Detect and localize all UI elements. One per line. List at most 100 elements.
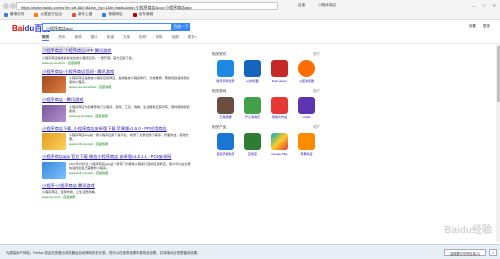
app-item[interactable]: 百度手机助手 (212, 133, 239, 156)
firefox-icon (298, 60, 315, 77)
bookmark-item[interactable]: 新手上路 (71, 12, 92, 17)
notification-bar: 为提高用户体验，Firefox 将会在您退出浏览器后自动清除历史记录。您可以在选… (0, 244, 500, 259)
expand-link[interactable]: 展开 (313, 52, 320, 57)
search-result: 小程序-小程序商店 腾讯游戏 小程序商店，连接你我，让生活更简单。 www.qq… (42, 183, 192, 200)
app-item[interactable]: flash player (266, 60, 293, 83)
app-name: 腾讯手机管家 (216, 78, 235, 83)
bookmark-item[interactable]: 常用网址 (102, 12, 123, 17)
result-url[interactable]: www.pc6.com/az/ - 百度快照 (69, 171, 192, 175)
app-name: 王者荣耀 (219, 115, 232, 119)
result-body: 小程序商店app是一款小程序应用下载平台，收录了大量优质小程序，界面简洁，使用方… (42, 133, 192, 151)
app-item[interactable]: 球球大作战 (266, 96, 293, 119)
app-row: 王者荣耀 开心消消乐 球球大作战 nba2k (212, 96, 320, 119)
app-row: 腾讯手机管家 qq浏览器 flash player 火狐浏览器 (212, 60, 320, 83)
app-item[interactable]: 王者荣耀 (212, 96, 239, 119)
app-name: 火狐浏览器 (298, 78, 314, 83)
group-heading: 相关产品 展开 (212, 125, 320, 130)
app-item[interactable]: qq浏览器 (239, 60, 266, 83)
tab-zhidao[interactable]: 知道 (107, 35, 114, 40)
result-desc-text: 小程序商店提供最新最全的小程序应用，一键开通，官方正版下载。 (42, 55, 135, 60)
result-thumbnail[interactable] (42, 161, 66, 179)
result-desc-text: 小程序商店是微信小程序应用商店，提供各类小程序排行、分类推荐，帮助您快速找到好用… (69, 76, 190, 85)
group-title: 相关游戏 (212, 88, 227, 93)
share-info-button[interactable]: 选择要分享的信息(C) (444, 248, 486, 256)
settings-link[interactable]: 设置 (469, 24, 476, 28)
tab-more[interactable]: 更多» (188, 35, 197, 40)
bookmark-item[interactable]: 京东商城 (132, 12, 154, 17)
result-title[interactable]: 小程序-小程序商店 腾讯游戏 (42, 183, 192, 189)
app-item[interactable]: 开心消消乐 (239, 96, 266, 119)
browser-chrome: https://www.baidu.com/s?ie=utf-8&f=8&rsv… (0, 0, 500, 20)
tab-baidu[interactable]: 百度 (294, 1, 309, 10)
vertical-tabs: 网页 资讯 视频 图片 知道 文库 贴吧 采购 地图 更多» (42, 35, 205, 41)
tab-web[interactable]: 网页 (42, 35, 50, 41)
yingyongbao-icon (244, 133, 261, 150)
bookmark-item[interactable]: 最常访问 (4, 12, 24, 17)
result-desc: 小程序商店为您推荐热门小程序，游戏、工具、购物、生活服务应有尽有，随时随地轻松使… (69, 105, 192, 122)
maximize-icon[interactable]: □ (483, 3, 485, 8)
result-url[interactable]: www.qq.com/xcx - 百度快照 (42, 61, 135, 65)
address-url: https://www.baidu.com/s?ie=utf-8&f=8&rsv… (21, 4, 192, 10)
tab-caigou[interactable]: 采购 (155, 35, 162, 40)
qq-browser-icon (244, 60, 261, 77)
search-result: 小程序商店-小程序商店APP 腾讯游戏 小程序商店提供最新最全的小程序应用，一键… (42, 48, 192, 65)
search-input[interactable]: 小程序商店app (42, 23, 172, 31)
app-item[interactable]: 应用宝 (239, 133, 266, 156)
app-item[interactable]: 苹果商店 (293, 133, 320, 156)
bookmark-icon (102, 12, 107, 17)
result-thumbnail[interactable] (42, 76, 66, 94)
result-desc-text: 小程序商店，连接你我，让生活更简单。 (42, 190, 98, 195)
result-title[interactable]: 小程序商店 - 腾讯游戏 (42, 97, 192, 103)
back-button[interactable] (3, 3, 9, 9)
bookmark-icon (71, 12, 76, 17)
address-bar[interactable]: https://www.baidu.com/s?ie=utf-8&f=8&rsv… (16, 2, 278, 10)
result-body: 小程序商店，连接你我，让生活更简单。 www.qq.com/ - 百度快照 (42, 190, 192, 199)
app-item[interactable]: 火狐浏览器 (293, 60, 320, 83)
bookmark-item[interactable]: 火狐官方站点 (34, 12, 62, 17)
honor-of-kings-icon (217, 96, 234, 114)
result-url[interactable]: www.qq.com/ - 百度快照 (42, 195, 98, 199)
close-icon[interactable]: ✕ (493, 3, 496, 8)
tencent-manager-icon (217, 60, 234, 77)
app-item[interactable]: 腾讯手机管家 (212, 60, 239, 83)
app-name: 苹果商店 (300, 151, 313, 156)
group-heading: 相关软件 展开 (212, 52, 320, 57)
result-url[interactable]: www.qq.com/app - 百度快照 (69, 114, 192, 118)
app-item[interactable]: Google Play (266, 133, 293, 156)
result-desc: 小程序商店app是一款小程序应用下载平台，收录了大量优质小程序，界面简洁，使用方… (69, 133, 192, 150)
result-thumbnail[interactable] (42, 133, 66, 151)
search-result: 小程序商店-小程序商店官网 - 腾讯游戏 小程序商店是微信小程序应用商店，提供各… (42, 69, 192, 94)
notification-text: 为提高用户体验，Firefox 将会在您退出浏览器后自动清除历史记录。您可以在选… (6, 251, 201, 255)
tab-news[interactable]: 资讯 (58, 35, 65, 40)
tab-map[interactable]: 地图 (172, 35, 179, 40)
result-title[interactable]: 小程序商店下载_小程序商店安卓版下载 苹果版v1.5.0 - PP应用商店 (42, 126, 192, 132)
result-url[interactable]: www.pc6.com/az/ - 百度快照 (69, 142, 192, 146)
result-desc-text: 小程序商店为您推荐热门小程序，游戏、工具、购物、生活服务应有尽有，随时随地轻松使… (69, 104, 190, 113)
tab-video[interactable]: 视频 (74, 35, 81, 40)
result-title[interactable]: 小程序商店-小程序商店APP 腾讯游戏 (42, 48, 192, 54)
result-desc: 小程序商店是微信小程序应用商店，提供各类小程序排行、分类推荐，帮助您快速找到好用… (69, 76, 192, 93)
search-button[interactable]: 百度一下 (172, 23, 190, 31)
flash-player-icon (271, 60, 288, 77)
minimize-icon[interactable]: — (472, 3, 476, 8)
close-notification-button[interactable]: × (489, 248, 497, 256)
expand-link[interactable]: 展开 (313, 125, 320, 130)
scrollbar-thumb[interactable] (496, 46, 500, 102)
group-heading: 相关游戏 展开 (212, 89, 320, 94)
related-products-group: 相关产品 展开 百度手机助手 应用宝 Google Play 苹果商店 (212, 125, 320, 156)
search-value: 小程序商店app (46, 25, 73, 31)
login-link[interactable]: 登录 (483, 24, 490, 28)
tab-images[interactable]: 图片 (91, 35, 98, 40)
result-title[interactable]: 小程序商店-小程序商店官网 - 腾讯游戏 (42, 69, 192, 75)
tab-search[interactable]: 小程序商店 (314, 1, 340, 10)
tab-wenku[interactable]: 文库 (123, 35, 130, 40)
result-title[interactable]: 小程序商店app 官方下载 微信小程序商店 安卓版v1.5.1.1 - PC6安… (42, 154, 192, 160)
bookmark-label: 京东商城 (138, 12, 154, 16)
result-url[interactable]: weixin.qq.com/shop - 百度快照 (69, 85, 192, 89)
result-body: 小程序商店提供最新最全的小程序应用，一键开通，官方正版下载。 www.qq.co… (42, 56, 192, 65)
google-play-icon (271, 133, 288, 150)
tab-tieba[interactable]: 贴吧 (139, 35, 146, 40)
app-item[interactable]: nba2k (293, 96, 320, 119)
expand-link[interactable]: 展开 (313, 89, 320, 94)
result-thumbnail[interactable] (42, 104, 66, 122)
